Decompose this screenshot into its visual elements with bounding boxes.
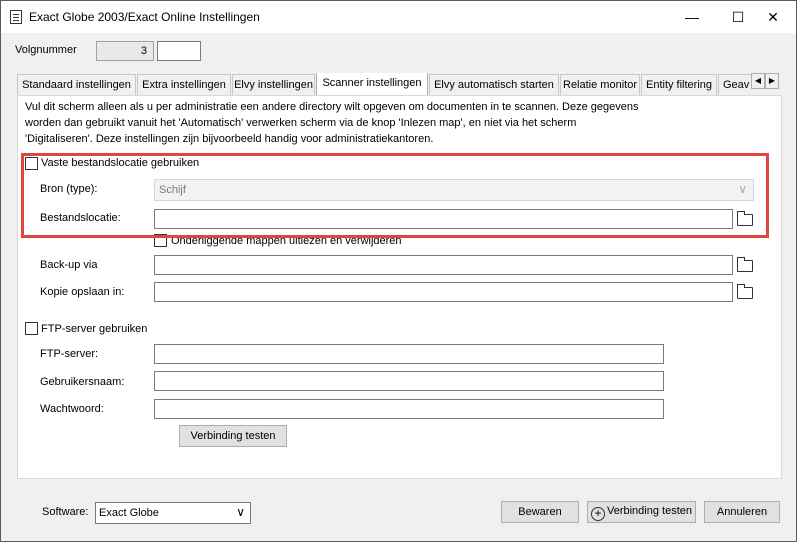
chevron-down-icon: ∨ [236,505,245,519]
kopie-input[interactable] [154,282,733,302]
app-icon [10,10,22,24]
tab-extra[interactable]: Extra instellingen [137,74,231,95]
verbinding-testen-button[interactable]: + Verbinding testen [587,501,696,523]
description-line: worden dan gebruikt vanuit het 'Automati… [25,117,577,129]
cancel-button[interactable]: Annuleren [704,501,780,523]
tab-strip: Standaard instellingen Extra instellinge… [17,73,764,95]
window-title: Exact Globe 2003/Exact Online Instelling… [29,10,260,24]
tab-elvy-auto[interactable]: Elvy automatisch starten [429,74,559,95]
tab-scanner[interactable]: Scanner instellingen [316,73,428,95]
ftp-label: FTP-server gebruiken [41,323,148,335]
close-button[interactable]: ✕ [750,1,796,33]
tab-scroll-right[interactable]: ▶ [765,73,779,89]
folder-icon[interactable] [737,284,753,299]
tab-standaard[interactable]: Standaard instellingen [17,74,136,95]
volgnummer-label: Volgnummer [15,44,77,56]
gebruikersnaam-label: Gebruikersnaam: [40,376,125,388]
tab-scroll-left[interactable]: ◀ [751,73,765,89]
software-value: Exact Globe [99,507,159,519]
title-bar: Exact Globe 2003/Exact Online Instelling… [1,1,796,33]
description-text: Vul dit scherm alleen als u per administ… [25,99,705,147]
volgnummer-extra-field[interactable] [157,41,201,61]
software-select[interactable]: Exact Globe ∨ [95,502,251,524]
wachtwoord-label: Wachtwoord: [40,403,104,415]
gebruikersnaam-input[interactable] [154,371,664,391]
folder-icon[interactable] [737,257,753,272]
description-line: Vul dit scherm alleen als u per administ… [25,101,639,113]
settings-window: Exact Globe 2003/Exact Online Instelling… [0,0,797,542]
wachtwoord-input[interactable] [154,399,664,419]
ftp-checkbox[interactable] [25,322,38,335]
tab-elvy[interactable]: Elvy instellingen [232,74,315,95]
tab-relatie-monitor[interactable]: Relatie monitor [560,74,640,95]
minimize-button[interactable]: — [669,1,715,33]
plus-circle-icon: + [590,507,605,521]
ftp-test-button[interactable]: Verbinding testen [179,425,287,447]
volgnummer-value: 3 [96,41,154,61]
save-button[interactable]: Bewaren [501,501,579,523]
highlight-box [21,153,769,238]
ftp-server-input[interactable] [154,344,664,364]
tab-entity-filtering[interactable]: Entity filtering [641,74,717,95]
software-label: Software: [42,506,89,518]
kopie-label: Kopie opslaan in: [40,286,125,298]
ftp-server-label: FTP-server: [40,348,99,360]
description-line: 'Digitaliseren'. Deze instellingen zijn … [25,133,434,145]
backup-input[interactable] [154,255,733,275]
verbinding-testen-label: Verbinding testen [606,505,692,517]
backup-label: Back-up via [40,259,98,271]
